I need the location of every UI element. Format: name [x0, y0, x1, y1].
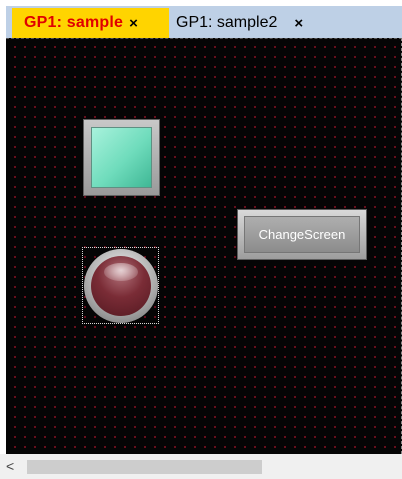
- push-button-face: [91, 256, 151, 316]
- tab-label: GP1: sample: [24, 14, 124, 31]
- tab-bar: GP1: sample × GP1: sample2 ×: [0, 0, 402, 38]
- change-screen-label: ChangeScreen: [244, 216, 360, 253]
- button-highlight: [104, 263, 138, 281]
- scrollbar-thumb[interactable]: [27, 460, 262, 474]
- close-icon[interactable]: ×: [129, 15, 138, 32]
- scroll-left-icon[interactable]: <: [6, 458, 14, 474]
- lamp-part[interactable]: [83, 119, 160, 196]
- lamp-face: [91, 127, 152, 188]
- tab-label: GP1: sample2: [176, 14, 278, 31]
- close-icon[interactable]: ×: [294, 15, 303, 32]
- round-push-button[interactable]: [84, 249, 158, 323]
- tab-gp1-sample[interactable]: GP1: sample ×: [12, 8, 169, 38]
- change-screen-button[interactable]: ChangeScreen: [237, 209, 367, 260]
- tab-gp1-sample2[interactable]: GP1: sample2 ×: [170, 8, 330, 38]
